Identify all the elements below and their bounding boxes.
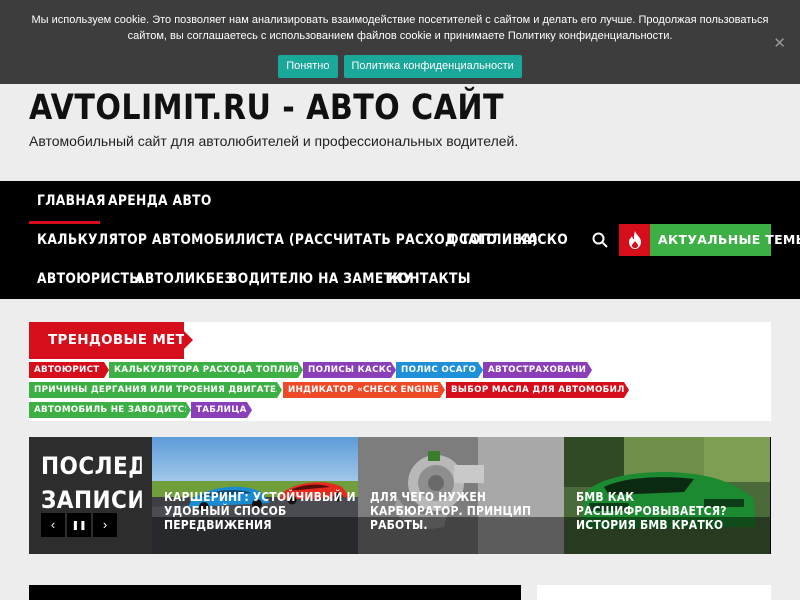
recent-posts-slider: ПОСЛЕДНИЕ ЗАПИСИ ‹ ❚❚ › <box>29 437 771 554</box>
tag-item[interactable]: АВТОСТРАХОВАНИЕ <box>483 362 592 378</box>
slider-next-button[interactable]: › <box>93 513 117 537</box>
tag-item[interactable]: АВТОЮРИСТ <box>29 362 109 378</box>
cookie-text: Мы используем cookie. Это позволяет нам … <box>31 14 769 42</box>
sidebar-widget <box>537 585 771 600</box>
close-icon[interactable]: ✕ <box>773 34 786 52</box>
site-title[interactable]: AVTOLIMIT.RU - АВТО САЙТ <box>29 88 504 128</box>
nav-item-driver-notes[interactable]: ВОДИТЕЛЮ НА ЗАМЕТКУ <box>228 271 413 287</box>
slide-title[interactable]: БМВ КАК РАСШИФРОВЫВАЕТСЯ? ИСТОРИЯ БМВ КР… <box>576 490 770 532</box>
nav-active-indicator <box>29 221 100 224</box>
slide-post-carsharing[interactable]: КАРШЕРИНГ: УСТОЙЧИВЫЙ И УДОБНЫЙ СПОСОБ П… <box>152 437 358 554</box>
search-icon[interactable] <box>592 232 608 248</box>
tag-item[interactable]: ПОЛИС ОСАГО <box>396 362 483 378</box>
tag-item[interactable]: КАЛЬКУЛЯТОРА РАСХОДА ТОПЛИВА <box>109 362 306 378</box>
tag-item[interactable]: ПРИЧИНЫ ДЕРГАНИЯ ИЛИ ТРОЕНИЯ ДВИГАТЕЛЯ <box>29 382 290 398</box>
slide-post-carburetor[interactable]: ДЛЯ ЧЕГО НУЖЕН КАРБЮРАТОР. ПРИНЦИП РАБОТ… <box>358 437 564 554</box>
recent-posts-header: ПОСЛЕДНИЕ ЗАПИСИ ‹ ❚❚ › <box>29 437 152 554</box>
featured-post-block <box>29 585 521 600</box>
privacy-policy-button[interactable]: Политика конфиденциальности <box>343 55 522 78</box>
trending-tags-heading: ТРЕНДОВЫЕ МЕТКИ <box>29 322 208 359</box>
nav-item-osago-kasko[interactable]: ОСАГО И КАСКО <box>448 232 568 248</box>
nav-item-lawyers[interactable]: АВТОЮРИСТЫ <box>37 271 142 287</box>
slide-title[interactable]: КАРШЕРИНГ: УСТОЙЧИВЫЙ И УДОБНЫЙ СПОСОБ П… <box>164 490 358 532</box>
cookie-banner: Мы используем cookie. Это позволяет нам … <box>0 0 800 84</box>
tag-item[interactable]: ПОЛИСЫ КАСКО <box>303 362 396 378</box>
trending-tags-panel: ТРЕНДОВЫЕ МЕТКИ АВТОЮРИСТ КАЛЬКУЛЯТОРА Р… <box>29 322 771 421</box>
main-navigation: ГЛАВНАЯ АРЕНДА АВТО КАЛЬКУЛЯТОР АВТОМОБИ… <box>0 181 800 299</box>
slider-prev-button[interactable]: ‹ <box>41 513 65 537</box>
nav-item-contacts[interactable]: КОНТАКТЫ <box>388 271 471 287</box>
nav-item-basics[interactable]: АВТОЛИКБЕЗ <box>135 271 234 287</box>
slide-post-bmw[interactable]: БМВ КАК РАСШИФРОВЫВАЕТСЯ? ИСТОРИЯ БМВ КР… <box>564 437 770 554</box>
slider-pause-button[interactable]: ❚❚ <box>67 513 91 537</box>
hot-topics-button[interactable]: АКТУАЛЬНЫЕ ТЕМЫ <box>650 224 800 256</box>
tag-item[interactable]: ИНДИКАТОР «CHECK ENGINE» <box>283 382 445 398</box>
site-description: Автомобильный сайт для автолюбителей и п… <box>29 133 519 149</box>
tag-item[interactable]: ВЫБОР МАСЛА ДЛЯ АВТОМОБИЛЯ <box>446 382 631 398</box>
fire-icon[interactable] <box>619 224 650 256</box>
nav-item-home[interactable]: ГЛАВНАЯ <box>37 193 106 209</box>
tag-item[interactable]: ТАБЛИЦА <box>191 402 252 418</box>
recent-posts-heading: ПОСЛЕДНИЕ ЗАПИСИ <box>41 452 142 514</box>
tag-item[interactable]: АВТОМОБИЛЬ НЕ ЗАВОДИТСЯ <box>29 402 191 418</box>
slide-title[interactable]: ДЛЯ ЧЕГО НУЖЕН КАРБЮРАТОР. ПРИНЦИП РАБОТ… <box>370 490 564 532</box>
cookie-accept-button[interactable]: Понятно <box>278 55 338 78</box>
nav-item-car-rental[interactable]: АРЕНДА АВТО <box>108 193 212 209</box>
